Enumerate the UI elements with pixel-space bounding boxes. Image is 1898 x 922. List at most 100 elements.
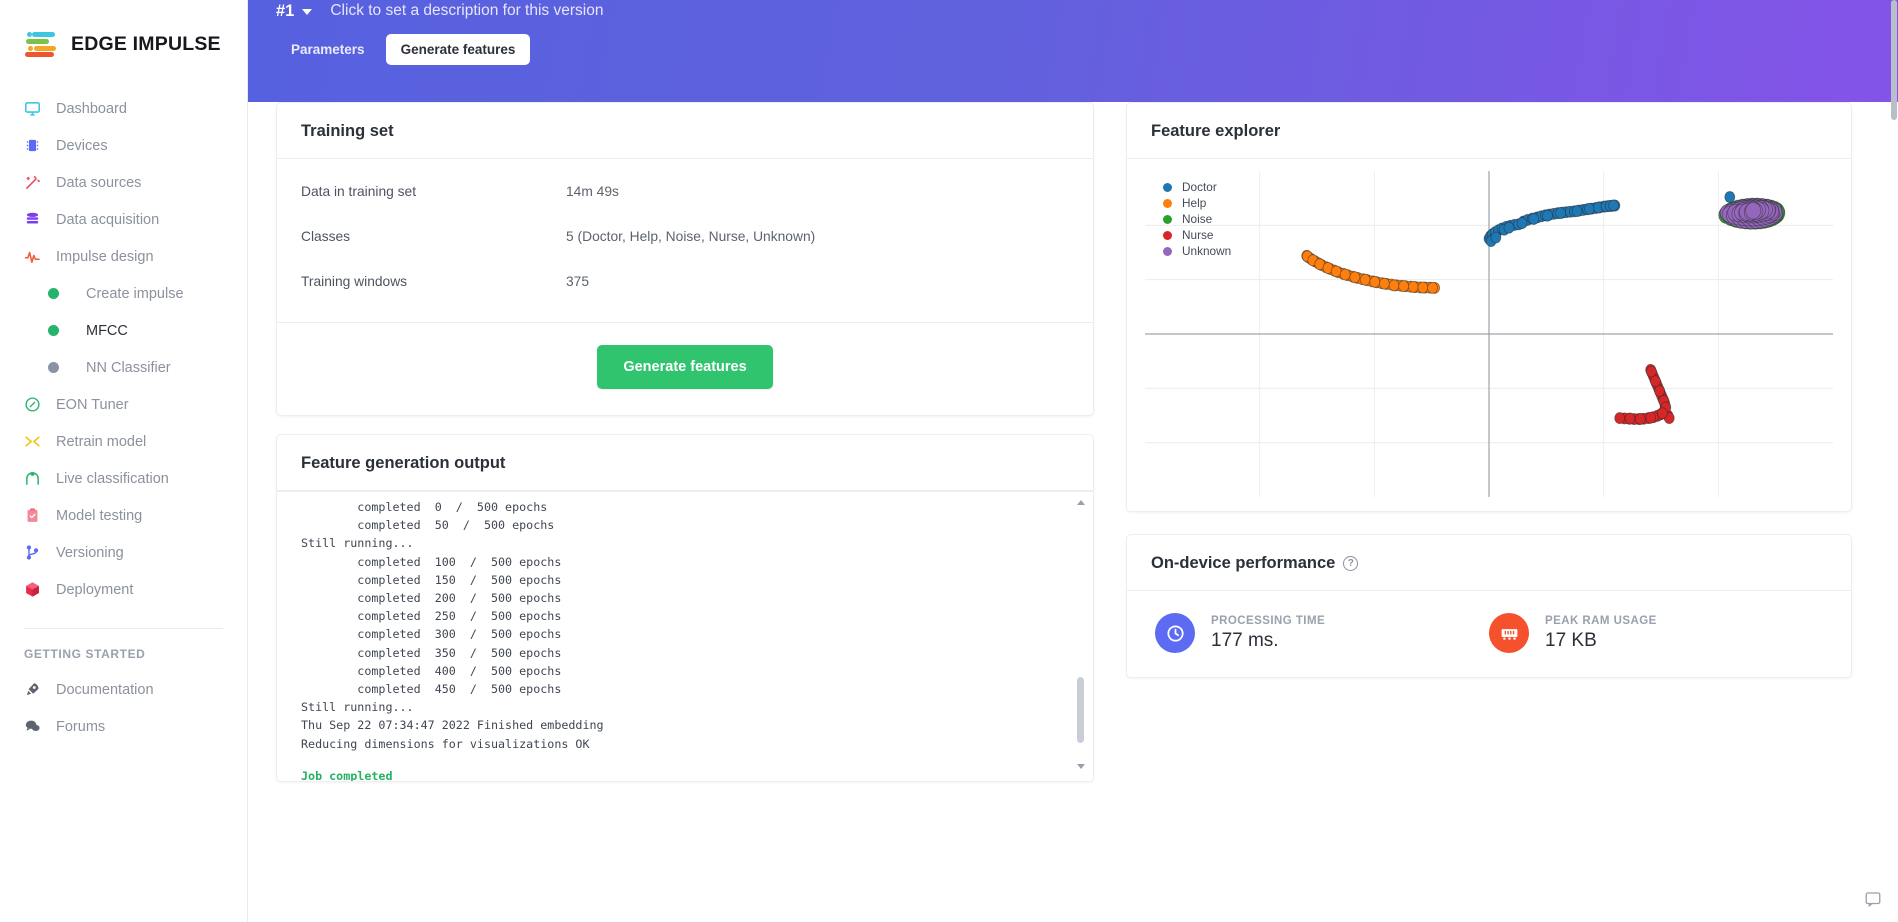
database-icon xyxy=(24,211,56,228)
feature-explorer-plot[interactable]: Doctor Help Noise Nurse Unknown xyxy=(1145,171,1833,497)
scatter-point[interactable] xyxy=(1614,412,1626,425)
sidebar-item-forums[interactable]: Forums xyxy=(0,708,247,745)
scatter-point[interactable] xyxy=(1634,412,1646,425)
scatter-point[interactable] xyxy=(1555,207,1566,219)
metric-processing-time: PROCESSING TIME 177 ms. xyxy=(1155,613,1489,653)
tab-generate-features[interactable]: Generate features xyxy=(385,34,531,65)
scroll-down-arrow-icon[interactable] xyxy=(1076,762,1085,771)
scatter-point[interactable] xyxy=(1503,221,1515,234)
ram-icon xyxy=(1489,613,1529,653)
sidebar-item-label: MFCC xyxy=(86,322,128,339)
training-set-body: Data in training set 14m 49s Classes 5 (… xyxy=(277,159,1093,322)
monitor-icon xyxy=(24,100,56,117)
row-value: 5 (Doctor, Help, Noise, Nurse, Unknown) xyxy=(566,229,816,244)
sidebar-item-data-acquisition[interactable]: Data acquisition xyxy=(0,201,247,238)
feature-explorer-card: Feature explorer Doctor Help Noise Nurse Unk… xyxy=(1126,102,1852,512)
scatter-point[interactable] xyxy=(1608,199,1619,212)
scatter-point[interactable] xyxy=(1624,412,1636,425)
sidebar-item-versioning[interactable]: Versioning xyxy=(0,534,247,571)
scatter-point[interactable] xyxy=(1650,375,1661,388)
sidebar-item-documentation[interactable]: Documentation xyxy=(0,671,247,708)
scatter-plot-svg[interactable] xyxy=(1145,171,1833,497)
tab-parameters[interactable]: Parameters xyxy=(276,34,380,65)
shuffle-icon xyxy=(24,433,56,450)
scatter-point[interactable] xyxy=(1724,191,1736,204)
right-column: Feature explorer Doctor Help Noise Nurse Unk… xyxy=(1094,72,1898,922)
chat-icon xyxy=(24,718,56,735)
sidebar-item-label: Documentation xyxy=(56,681,154,698)
sidebar-item-label: Create impulse xyxy=(86,285,184,302)
generate-features-button[interactable]: Generate features xyxy=(597,345,773,389)
scatter-series-nurse[interactable] xyxy=(1614,363,1675,426)
scatter-point[interactable] xyxy=(1646,365,1657,378)
scatter-point[interactable] xyxy=(1654,385,1665,397)
sidebar-item-impulse-design[interactable]: Impulse design xyxy=(0,238,247,275)
feature-generation-output-card: Feature generation output completed 0 / … xyxy=(276,434,1094,782)
legend-item-doctor[interactable]: Doctor xyxy=(1163,179,1231,195)
scrollbar-thumb[interactable] xyxy=(1077,677,1084,743)
sidebar-item-model-testing[interactable]: Model testing xyxy=(0,497,247,534)
sidebar-item-devices[interactable]: Devices xyxy=(0,127,247,164)
legend-item-help[interactable]: Help xyxy=(1163,195,1231,211)
page-scrollbar[interactable] xyxy=(1891,0,1898,922)
sidebar-item-deployment[interactable]: Deployment xyxy=(0,571,247,608)
sidebar-nav: Dashboard Devices Data sources Data acqu… xyxy=(0,90,247,745)
brand-logo[interactable]: EDGE IMPULSE xyxy=(0,18,247,64)
help-icon[interactable]: ? xyxy=(1343,556,1359,571)
sidebar-item-dashboard[interactable]: Dashboard xyxy=(0,90,247,127)
sidebar-item-label: Model testing xyxy=(56,507,143,524)
scatter-point[interactable] xyxy=(1369,275,1381,288)
header-tabs: Parameters Generate features xyxy=(276,34,1898,65)
row-key: Training windows xyxy=(301,274,408,289)
scatter-point[interactable] xyxy=(1339,268,1351,281)
metric-peak-ram-usage: PEAK RAM USAGE 17 KB xyxy=(1489,613,1823,653)
sidebar-item-label: NN Classifier xyxy=(86,359,171,376)
status-dot-icon xyxy=(48,325,86,336)
sidebar-item-data-sources[interactable]: Data sources xyxy=(0,164,247,201)
page-scrollbar-thumb[interactable] xyxy=(1891,0,1897,120)
version-description[interactable]: Click to set a description for this vers… xyxy=(330,2,603,20)
status-dot-icon xyxy=(48,288,86,299)
sidebar-item-retrain-model[interactable]: Retrain model xyxy=(0,423,247,460)
legend-color-dot-icon xyxy=(1163,230,1172,240)
legend-item-unknown[interactable]: Unknown xyxy=(1163,243,1231,259)
chevron-down-icon[interactable] xyxy=(302,9,313,15)
scatter-point[interactable] xyxy=(1571,205,1583,218)
scroll-up-arrow-icon[interactable] xyxy=(1076,498,1085,507)
scatter-point[interactable] xyxy=(1349,271,1361,284)
sidebar-item-eon-tuner[interactable]: EON Tuner xyxy=(0,386,247,423)
scatter-point[interactable] xyxy=(1745,201,1762,220)
sidebar-item-nn-classifier[interactable]: NN Classifier xyxy=(0,349,247,386)
scatter-series-doctor[interactable] xyxy=(1483,191,1736,248)
job-completed-text: Job completed xyxy=(301,768,393,781)
scatter-point[interactable] xyxy=(1584,202,1595,215)
console-scrollbar[interactable] xyxy=(1076,498,1085,771)
scatter-point[interactable] xyxy=(1645,411,1657,424)
scatter-point[interactable] xyxy=(1528,212,1540,225)
training-set-row: Classes 5 (Doctor, Help, Noise, Nurse, U… xyxy=(301,214,1069,259)
scatter-point[interactable] xyxy=(1359,273,1371,286)
legend-item-noise[interactable]: Noise xyxy=(1163,211,1231,227)
legend-item-nurse[interactable]: Nurse xyxy=(1163,227,1231,243)
scatter-point[interactable] xyxy=(1417,281,1429,294)
scatter-point[interactable] xyxy=(1490,231,1502,244)
sidebar-item-live-classification[interactable]: Live classification xyxy=(0,460,247,497)
sidebar-item-mfcc[interactable]: MFCC xyxy=(0,312,247,349)
scatter-point[interactable] xyxy=(1657,407,1668,420)
version-row: #1 Click to set a description for this v… xyxy=(276,0,1898,22)
sidebar-item-label: Live classification xyxy=(56,470,169,487)
scatter-point[interactable] xyxy=(1427,281,1438,294)
scatter-point[interactable] xyxy=(1542,209,1553,222)
scatter-point[interactable] xyxy=(1398,280,1410,293)
scatter-point[interactable] xyxy=(1379,277,1390,290)
compass-icon xyxy=(24,396,56,413)
feedback-icon[interactable] xyxy=(1864,890,1884,910)
edge-impulse-logo-icon xyxy=(24,31,60,57)
scatter-point[interactable] xyxy=(1330,265,1342,278)
console-output[interactable]: completed 0 / 500 epochs completed 50 / … xyxy=(277,491,1093,781)
scatter-point[interactable] xyxy=(1516,217,1528,230)
scatter-series-help[interactable] xyxy=(1301,249,1441,294)
scatter-point[interactable] xyxy=(1407,280,1419,293)
scatter-point[interactable] xyxy=(1388,279,1400,292)
sidebar-item-create-impulse[interactable]: Create impulse xyxy=(0,275,247,312)
